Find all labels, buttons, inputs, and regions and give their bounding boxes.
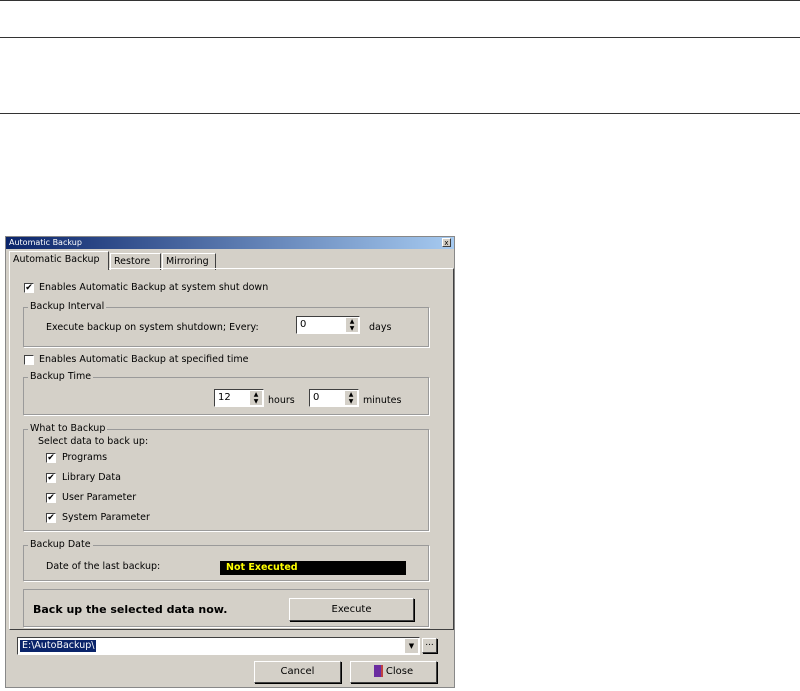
interval-days-spinner[interactable]: 0 ▲ ▼ <box>296 316 360 334</box>
door-icon <box>373 665 383 677</box>
header-bottom-rule <box>0 113 800 114</box>
close-button-label: Close <box>385 666 414 677</box>
backup-interval-group-label: Backup Interval <box>28 301 107 313</box>
cancel-button[interactable]: Cancel <box>254 661 341 683</box>
chevron-down-icon[interactable]: ▼ <box>405 639 418 653</box>
timed-backup-label: Enables Automatic Backup at specified ti… <box>39 354 249 365</box>
execute-message: Back up the selected data now. <box>33 603 228 616</box>
execute-button[interactable]: Execute <box>289 598 414 621</box>
system-parameter-checkbox[interactable]: ✔ <box>46 513 56 523</box>
spin-arrows-icon[interactable]: ▲ ▼ <box>346 318 358 332</box>
backup-date-group-label: Backup Date <box>28 539 93 551</box>
minutes-spinner[interactable]: 0 ▲ ▼ <box>309 389 359 407</box>
top-rule <box>0 0 800 1</box>
last-backup-value: Not Executed <box>220 561 406 575</box>
backup-path-combobox[interactable]: E:\AutoBackup\ ▼ <box>17 637 420 655</box>
interval-days-value: 0 <box>300 319 307 330</box>
library-data-checkbox[interactable]: ✔ <box>46 473 56 483</box>
minutes-unit: minutes <box>363 395 402 406</box>
minutes-value: 0 <box>313 392 320 403</box>
hours-value: 12 <box>218 392 231 403</box>
system-parameter-label: System Parameter <box>62 512 150 523</box>
select-data-instruction: Select data to back up: <box>38 436 149 447</box>
spin-arrows-icon[interactable]: ▲ ▼ <box>250 391 262 405</box>
shutdown-backup-checkbox[interactable]: ✔ <box>24 283 34 293</box>
interval-unit: days <box>369 322 392 333</box>
hours-unit: hours <box>268 395 295 406</box>
programs-checkbox[interactable]: ✔ <box>46 453 56 463</box>
header-rule <box>0 37 800 38</box>
user-parameter-label: User Parameter <box>62 492 137 503</box>
browse-button[interactable]: ... <box>422 638 437 653</box>
tab-automatic-backup[interactable]: Automatic Backup <box>9 251 109 270</box>
timed-backup-checkbox[interactable] <box>24 355 34 365</box>
title-bar: Automatic Backup x <box>6 237 454 249</box>
what-to-backup-group-label: What to Backup <box>28 423 108 435</box>
window-title: Automatic Backup <box>9 238 82 247</box>
close-button[interactable]: Close <box>350 661 437 683</box>
spin-arrows-icon[interactable]: ▲ ▼ <box>345 391 357 405</box>
last-backup-label: Date of the last backup: <box>46 561 161 572</box>
hours-spinner[interactable]: 12 ▲ ▼ <box>214 389 264 407</box>
library-data-label: Library Data <box>62 472 121 483</box>
backup-time-group-label: Backup Time <box>28 371 94 383</box>
backup-path-value: E:\AutoBackup\ <box>20 640 97 652</box>
automatic-backup-dialog: Automatic Backup x Automatic Backup Rest… <box>5 236 455 688</box>
shutdown-backup-label: Enables Automatic Backup at system shut … <box>39 282 269 293</box>
user-parameter-checkbox[interactable]: ✔ <box>46 493 56 503</box>
close-icon[interactable]: x <box>442 238 451 247</box>
interval-label: Execute backup on system shutdown; Every… <box>46 322 259 333</box>
programs-label: Programs <box>62 452 108 463</box>
